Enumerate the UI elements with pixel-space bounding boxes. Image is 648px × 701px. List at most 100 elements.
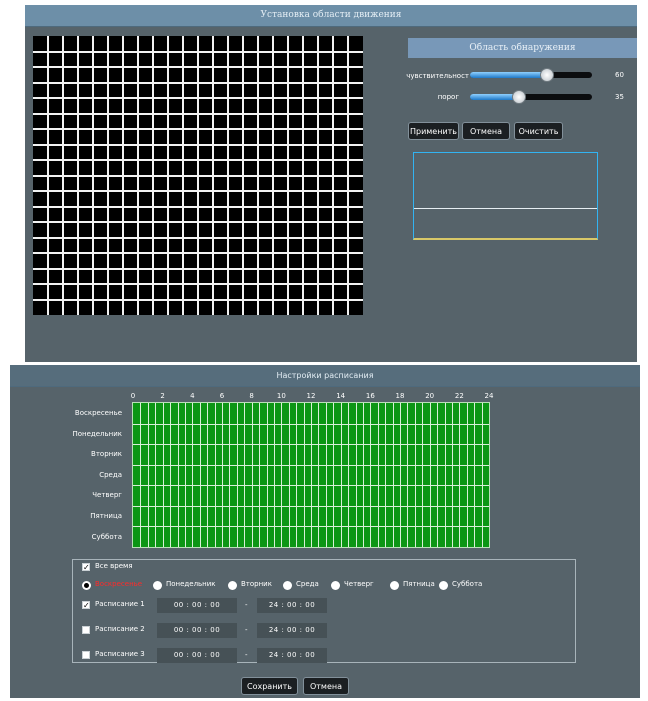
schedule-row-label: Расписание 1 xyxy=(95,600,145,608)
motion-area-title: Установка области движения xyxy=(25,5,637,27)
schedule-row-label: Расписание 2 xyxy=(95,625,145,633)
schedule-column-line xyxy=(170,403,172,547)
apply-button[interactable]: Применить xyxy=(408,122,459,140)
schedule-grid[interactable] xyxy=(132,402,490,548)
day-radio[interactable] xyxy=(439,581,448,590)
end-time-field[interactable]: 24 : 00 : 00 xyxy=(257,598,327,613)
hour-tick-label: 0 xyxy=(130,392,136,400)
schedule-column-line xyxy=(140,403,142,547)
day-radio[interactable] xyxy=(331,581,340,590)
schedule-column-line xyxy=(318,403,320,547)
grid-row-line xyxy=(33,50,363,53)
grid-row-line xyxy=(33,159,363,161)
schedule-row-checkbox[interactable] xyxy=(82,626,90,634)
schedule-column-line xyxy=(184,403,186,547)
schedule-row-label: Расписание 3 xyxy=(95,650,145,658)
grid-row-line xyxy=(33,112,363,115)
day-radio[interactable] xyxy=(82,581,91,590)
day-radio-label: Суббота xyxy=(452,580,483,588)
grid-row-line xyxy=(33,236,363,239)
schedule-row-line xyxy=(133,485,489,487)
day-radio[interactable] xyxy=(390,581,399,590)
hour-tick-label: 6 xyxy=(219,392,225,400)
grid-row-line xyxy=(33,66,363,68)
schedule-column-line xyxy=(340,403,342,547)
save-button[interactable]: Сохранить xyxy=(241,677,298,695)
end-time-field[interactable]: 24 : 00 : 00 xyxy=(257,623,327,638)
day-radio-label: Четверг xyxy=(344,580,374,588)
schedule-column-line xyxy=(348,403,350,547)
threshold-slider[interactable] xyxy=(470,90,592,104)
schedule-column-line xyxy=(325,403,327,547)
motion-area-panel: Установка области движения Область обнар… xyxy=(25,5,637,362)
schedule-column-line xyxy=(481,403,483,547)
time-range-separator: - xyxy=(245,626,248,634)
day-label: Пятница xyxy=(90,512,122,520)
hour-tick-label: 18 xyxy=(395,392,405,400)
grid-row-line xyxy=(33,205,363,208)
day-label: Воскресенье xyxy=(74,409,122,417)
motion-cancel-button[interactable]: Отмена xyxy=(462,122,510,140)
schedule-column-line xyxy=(244,403,246,547)
day-radio-label: Воскресенье xyxy=(95,580,143,588)
schedule-column-line xyxy=(400,403,401,547)
schedule-column-line xyxy=(147,403,149,547)
day-radio[interactable] xyxy=(283,581,292,590)
schedule-column-line xyxy=(459,403,461,547)
schedule-column-line xyxy=(199,403,201,547)
start-time-field[interactable]: 00 : 00 : 00 xyxy=(157,648,237,663)
sensitivity-slider[interactable] xyxy=(470,68,592,82)
schedule-settings-panel: Настройки расписания 0 2 4 6 8 10 12 14 16 18 20 22… xyxy=(10,365,640,698)
threshold-knob[interactable] xyxy=(511,90,526,104)
schedule-column-line xyxy=(437,403,439,547)
schedule-row-checkbox[interactable]: ✓ xyxy=(82,601,90,610)
start-time-field[interactable]: 00 : 00 : 00 xyxy=(157,598,237,613)
grid-row-line xyxy=(33,81,363,84)
hour-tick-label: 2 xyxy=(160,392,165,400)
schedule-row-checkbox[interactable] xyxy=(82,651,90,659)
schedule-column-line xyxy=(429,403,431,547)
schedule-column-line xyxy=(444,403,446,547)
end-time-field[interactable]: 24 : 00 : 00 xyxy=(257,648,327,663)
schedule-column-line xyxy=(414,403,416,547)
motion-detection-grid[interactable] xyxy=(33,36,363,315)
schedule-row-line xyxy=(133,464,489,466)
schedule-column-line xyxy=(422,403,424,547)
clear-button[interactable]: Очистить xyxy=(514,122,563,140)
schedule-column-line xyxy=(192,403,194,547)
grid-row-line xyxy=(33,190,363,192)
grid-row-line xyxy=(33,128,363,130)
schedule-cancel-button[interactable]: Отмена xyxy=(303,677,349,695)
grid-row-line xyxy=(33,97,363,99)
schedule-column-line xyxy=(385,403,387,547)
schedule-column-line xyxy=(377,403,379,547)
sensitivity-knob[interactable] xyxy=(539,68,554,82)
schedule-options-box: ✓ Все время Воскресенье Понедельник Вторни… xyxy=(72,559,576,663)
grid-row-line xyxy=(33,283,363,285)
grid-row-line xyxy=(33,298,363,301)
day-radio[interactable] xyxy=(153,581,162,590)
schedule-row-line xyxy=(133,444,489,446)
hour-tick-label: 14 xyxy=(336,392,346,400)
hour-tick-label: 12 xyxy=(306,392,316,400)
day-label: Среда xyxy=(99,470,122,479)
grid-row-line xyxy=(33,267,363,270)
schedule-column-line xyxy=(333,403,335,547)
grid-row-line xyxy=(33,174,363,177)
schedule-column-line xyxy=(281,403,283,547)
hour-tick-label: 20 xyxy=(425,392,435,400)
schedule-title: Настройки расписания xyxy=(10,365,640,387)
hour-tick-label: 22 xyxy=(454,392,464,400)
schedule-column-line xyxy=(259,403,261,547)
start-time-field[interactable]: 00 : 00 : 00 xyxy=(157,623,237,638)
schedule-column-line xyxy=(296,403,298,547)
day-label: Четверг xyxy=(92,491,122,500)
sensitivity-fill xyxy=(470,72,546,78)
all-time-checkbox[interactable]: ✓ xyxy=(82,563,90,572)
grid-row-line xyxy=(33,252,363,254)
schedule-column-line xyxy=(229,403,231,547)
day-radio[interactable] xyxy=(228,581,237,590)
day-radio-label: Пятница xyxy=(403,580,435,588)
sensitivity-label: чувствительност xyxy=(406,72,469,80)
grid-row-line xyxy=(33,143,363,146)
